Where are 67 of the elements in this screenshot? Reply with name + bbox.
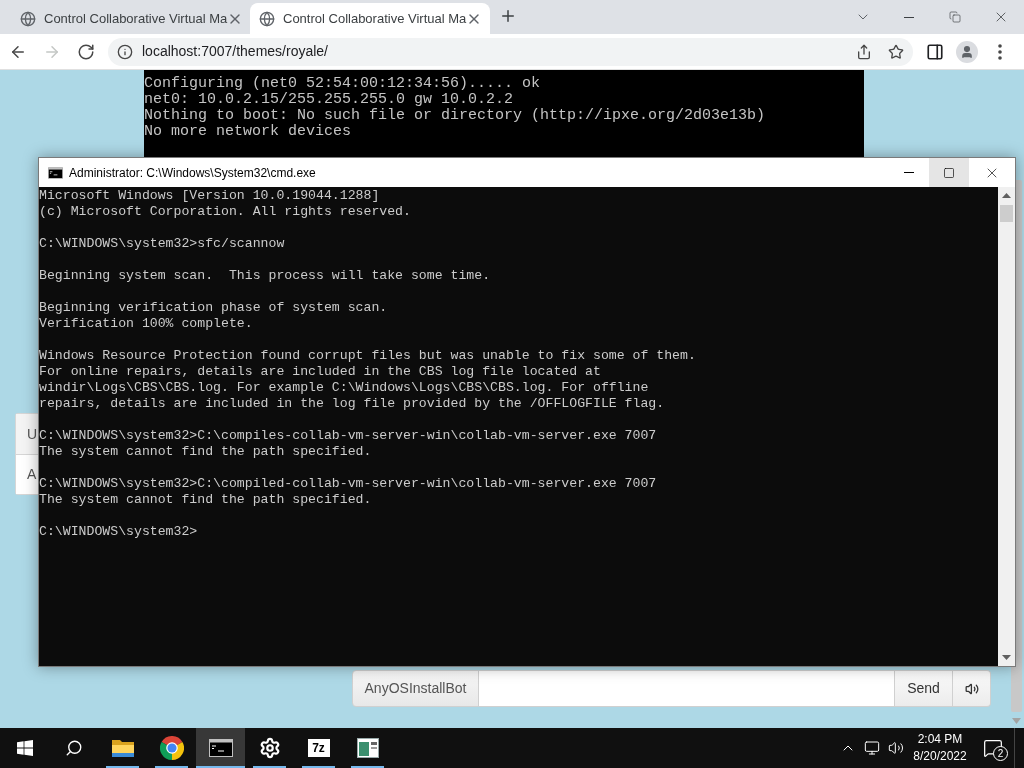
window-app-icon [356, 738, 379, 758]
info-icon[interactable] [117, 43, 133, 60]
console-line: Verification 100% complete. [39, 316, 254, 332]
reload-icon [77, 42, 95, 61]
clock-time[interactable]: 2:04 PM [917, 731, 963, 748]
console-line: Beginning verification phase of system scan. [39, 300, 389, 316]
kebab-menu-icon [998, 43, 1002, 60]
person-avatar-icon [956, 40, 978, 63]
vm-console-line: Configuring (net0 52:54:00:12:34:56)..... ok [144, 76, 542, 92]
notification-button[interactable]: 2 [972, 728, 1014, 768]
send-button[interactable]: Send [894, 670, 953, 707]
vm-console-line: Nothing to boot: No such file or directory (http://ipxe.org/2d03e13b) [144, 108, 767, 124]
app-logo: 7z [307, 739, 330, 757]
scrollbar-thumb[interactable] [1000, 205, 1013, 222]
chrome-logo-icon [159, 736, 184, 760]
speaker-icon [888, 740, 904, 756]
globe-icon [259, 10, 275, 27]
folder-icon [110, 738, 135, 758]
console-line: C:\WINDOWS\system32>C:\compiles-collab-vm-server-win\collab-vm-server.exe 7007 [39, 428, 658, 444]
taskbar-app-button[interactable] [196, 728, 245, 768]
scroll-up-arrow-icon[interactable] [1002, 193, 1011, 198]
minimize-icon [904, 16, 914, 18]
browser-tab[interactable]: Control Collaborative Virtual Ma [12, 3, 245, 34]
globe-icon [20, 10, 36, 27]
browser-tab[interactable]: Control Collaborative Virtual Ma [250, 3, 490, 34]
restore-icon [949, 11, 961, 23]
vm-console-line: No more network devices [144, 124, 353, 140]
tab-title: Control Collaborative Virtual Ma [44, 9, 228, 28]
monitor-icon [864, 740, 880, 756]
console-line: The system cannot find the path specified. [39, 444, 373, 460]
console-line: For online repairs, details are included in the CBS log file located at [39, 364, 602, 380]
maximize-button[interactable] [929, 158, 969, 187]
sound-button[interactable] [953, 670, 991, 707]
search-icon [64, 739, 83, 757]
side-panel-icon [926, 42, 944, 61]
console-line: C:\WINDOWS\system32>sfc/scannow [39, 236, 286, 252]
console-line: Microsoft Windows [Version 10.0.19044.1288] [39, 188, 381, 204]
console-line: C:\WINDOWS\system32> [39, 524, 199, 540]
gear-icon [258, 737, 281, 759]
clock-date[interactable]: 8/20/2022 [913, 748, 967, 765]
url-text: localhost:7007/themes/royale/ [142, 42, 328, 61]
maximize-icon [943, 166, 955, 179]
console-line: The system cannot find the path specified. [39, 492, 373, 508]
terminal-icon [48, 166, 63, 179]
chat-input[interactable] [479, 670, 894, 707]
star-icon[interactable] [888, 43, 904, 60]
taskbar-app-button[interactable]: 7z [294, 728, 343, 768]
windows-logo-icon [16, 740, 33, 756]
window-title: Administrator: C:\Windows\System32\cmd.exe [69, 164, 316, 182]
tab-title: Control Collaborative Virtual Ma [283, 9, 467, 28]
terminal-icon [208, 739, 233, 757]
plus-icon [499, 7, 517, 25]
console-line: repairs, details are included in the log file provided by the /OFFLOGFILE flag. [39, 396, 666, 412]
notification-count-badge: 2 [993, 746, 1008, 761]
console-line: windir\Logs\CBS\CBS.log. For example C:\Windows\Logs\CBS\CBS.log. For offline [39, 380, 650, 396]
share-icon[interactable] [856, 43, 872, 60]
scroll-down-arrow-icon[interactable] [1002, 655, 1011, 660]
address-bar[interactable]: localhost:7007/themes/royale/ [108, 37, 913, 66]
console-line: C:\WINDOWS\system32>C:\compiled-collab-vm-server-win\collab-vm-server.exe 7007 [39, 476, 658, 492]
console-line: (c) Microsoft Corporation. All rights reserved. [39, 204, 412, 220]
username-label: AnyOSInstallBot [352, 670, 479, 707]
vm-screen[interactable]: Configuring (net0 52:54:00:12:34:56)..... ok net0: 10.0.2.15/255.255.255.0 gw 10.0.2.2 Nothing to boot: No such file or directory (http://ipxe.org/2d03e13b) No more network devices [144, 70, 864, 158]
console-line: Beginning system scan. This process will take some time. [39, 268, 492, 284]
console-line: Windows Resource Protection found corrupt files but was unable to fix some of them. [39, 348, 697, 364]
vm-console-line: net0: 10.0.2.15/255.255.255.0 gw 10.0.2.2 [144, 92, 515, 108]
minimize-icon [904, 172, 914, 173]
speaker-icon [964, 681, 979, 696]
